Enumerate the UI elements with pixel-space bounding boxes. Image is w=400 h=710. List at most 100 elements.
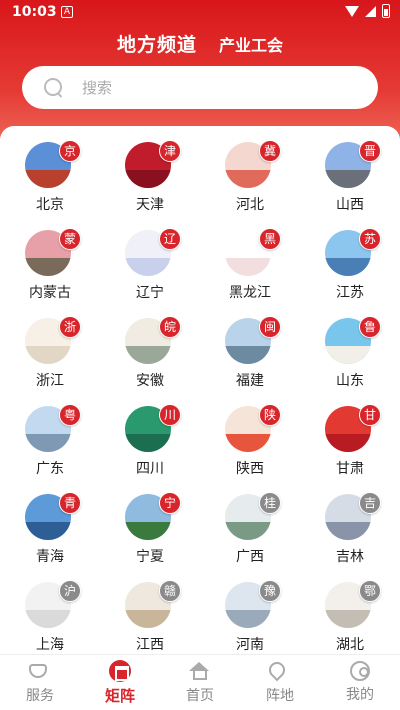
tab-position[interactable]: 阵地 xyxy=(240,655,320,710)
region-label: 河南 xyxy=(236,637,264,653)
region-item[interactable]: 陕陕西 xyxy=(200,404,300,494)
region-badge: 津 xyxy=(159,140,181,162)
region-avatar: 宁 xyxy=(125,492,181,540)
region-avatar: 青 xyxy=(25,492,81,540)
region-badge: 皖 xyxy=(159,316,181,338)
region-badge: 浙 xyxy=(59,316,81,338)
region-label: 陕西 xyxy=(236,461,264,477)
region-item[interactable]: 黑黑龙江 xyxy=(200,228,300,318)
region-label: 黑龙江 xyxy=(229,285,271,301)
region-avatar: 桂 xyxy=(225,492,281,540)
region-item[interactable]: 浙浙江 xyxy=(0,316,100,406)
region-label: 江西 xyxy=(136,637,164,653)
region-item[interactable]: 鄂湖北 xyxy=(300,580,400,654)
region-item[interactable]: 沪上海 xyxy=(0,580,100,654)
region-item[interactable]: 豫河南 xyxy=(200,580,300,654)
status-icons xyxy=(345,4,390,18)
search-input[interactable]: 搜索 xyxy=(22,66,378,109)
region-label: 山东 xyxy=(336,373,364,389)
region-badge: 闽 xyxy=(259,316,281,338)
page-title[interactable]: 地方频道 xyxy=(117,30,197,57)
region-badge: 豫 xyxy=(259,580,281,602)
tab-label: 矩阵 xyxy=(104,686,135,705)
region-avatar: 吉 xyxy=(325,492,381,540)
region-item[interactable]: 苏江苏 xyxy=(300,228,400,318)
region-avatar: 津 xyxy=(125,140,181,188)
region-label: 北京 xyxy=(36,197,64,213)
battery-icon xyxy=(382,4,390,18)
region-item[interactable]: 京北京 xyxy=(0,140,100,230)
region-item[interactable]: 鲁山东 xyxy=(300,316,400,406)
status-bar: 10:03 A xyxy=(0,0,400,26)
region-avatar: 冀 xyxy=(225,140,281,188)
region-badge: 陕 xyxy=(259,404,281,426)
region-item[interactable]: 冀河北 xyxy=(200,140,300,230)
region-label: 湖北 xyxy=(336,637,364,653)
region-item[interactable]: 桂广西 xyxy=(200,492,300,582)
region-label: 辽宁 xyxy=(136,285,164,301)
region-badge: 冀 xyxy=(259,140,281,162)
region-label: 福建 xyxy=(236,373,264,389)
region-item[interactable]: 赣江西 xyxy=(100,580,200,654)
region-item[interactable]: 吉吉林 xyxy=(300,492,400,582)
region-item[interactable]: 晋山西 xyxy=(300,140,400,230)
region-badge: 川 xyxy=(159,404,181,426)
bottom-tab-bar: 服务 矩阵 首页 阵地 我的 xyxy=(0,654,400,710)
region-badge: 晋 xyxy=(359,140,381,162)
region-badge: 鲁 xyxy=(359,316,381,338)
matrix-icon xyxy=(109,659,131,682)
region-badge: 宁 xyxy=(159,492,181,514)
region-item[interactable]: 粤广东 xyxy=(0,404,100,494)
region-item[interactable]: 津天津 xyxy=(100,140,200,230)
location-icon xyxy=(265,658,291,682)
region-badge: 青 xyxy=(59,492,81,514)
region-avatar: 黑 xyxy=(225,228,281,276)
region-avatar: 蒙 xyxy=(25,228,81,276)
tab-service[interactable]: 服务 xyxy=(0,655,80,710)
region-avatar: 川 xyxy=(125,404,181,452)
region-avatar: 陕 xyxy=(225,404,281,452)
region-grid: 京北京津天津冀河北晋山西蒙内蒙古辽辽宁黑黑龙江苏江苏浙浙江皖安徽闽福建鲁山东粤广… xyxy=(0,126,400,654)
region-item[interactable]: 闽福建 xyxy=(200,316,300,406)
region-item[interactable]: 蒙内蒙古 xyxy=(0,228,100,318)
region-list: 京北京津天津冀河北晋山西蒙内蒙古辽辽宁黑黑龙江苏江苏浙浙江皖安徽闽福建鲁山东粤广… xyxy=(0,126,400,654)
tab-home[interactable]: 首页 xyxy=(160,655,240,710)
tab-label: 我的 xyxy=(346,687,374,703)
tab-label: 服务 xyxy=(26,688,54,704)
region-label: 吉林 xyxy=(336,549,364,565)
region-avatar: 粤 xyxy=(25,404,81,452)
region-item[interactable]: 川四川 xyxy=(100,404,200,494)
region-item[interactable]: 辽辽宁 xyxy=(100,228,200,318)
region-badge: 京 xyxy=(59,140,81,162)
region-avatar: 赣 xyxy=(125,580,181,628)
region-label: 广东 xyxy=(36,461,64,477)
service-icon xyxy=(29,660,51,682)
region-badge: 桂 xyxy=(259,492,281,514)
region-badge: 黑 xyxy=(259,228,281,250)
tab-label: 阵地 xyxy=(266,688,294,704)
region-badge: 沪 xyxy=(59,580,81,602)
region-avatar: 豫 xyxy=(225,580,281,628)
tab-label: 首页 xyxy=(186,688,214,704)
region-avatar: 浙 xyxy=(25,316,81,364)
region-avatar: 京 xyxy=(25,140,81,188)
region-avatar: 辽 xyxy=(125,228,181,276)
region-item[interactable]: 青青海 xyxy=(0,492,100,582)
region-label: 广西 xyxy=(236,549,264,565)
region-item[interactable]: 皖安徽 xyxy=(100,316,200,406)
region-avatar: 鄂 xyxy=(325,580,381,628)
region-badge: 甘 xyxy=(359,404,381,426)
tab-profile[interactable]: 我的 xyxy=(320,655,400,710)
tab-matrix[interactable]: 矩阵 xyxy=(80,655,160,710)
region-label: 宁夏 xyxy=(136,549,164,565)
region-label: 青海 xyxy=(36,549,64,565)
region-avatar: 沪 xyxy=(25,580,81,628)
page-subtitle-tab[interactable]: 产业工会 xyxy=(219,32,283,56)
region-avatar: 皖 xyxy=(125,316,181,364)
notification-a-icon: A xyxy=(61,6,73,18)
region-item[interactable]: 甘甘肃 xyxy=(300,404,400,494)
region-item[interactable]: 宁宁夏 xyxy=(100,492,200,582)
region-label: 四川 xyxy=(136,461,164,477)
region-badge: 吉 xyxy=(359,492,381,514)
search-placeholder: 搜索 xyxy=(82,79,113,97)
